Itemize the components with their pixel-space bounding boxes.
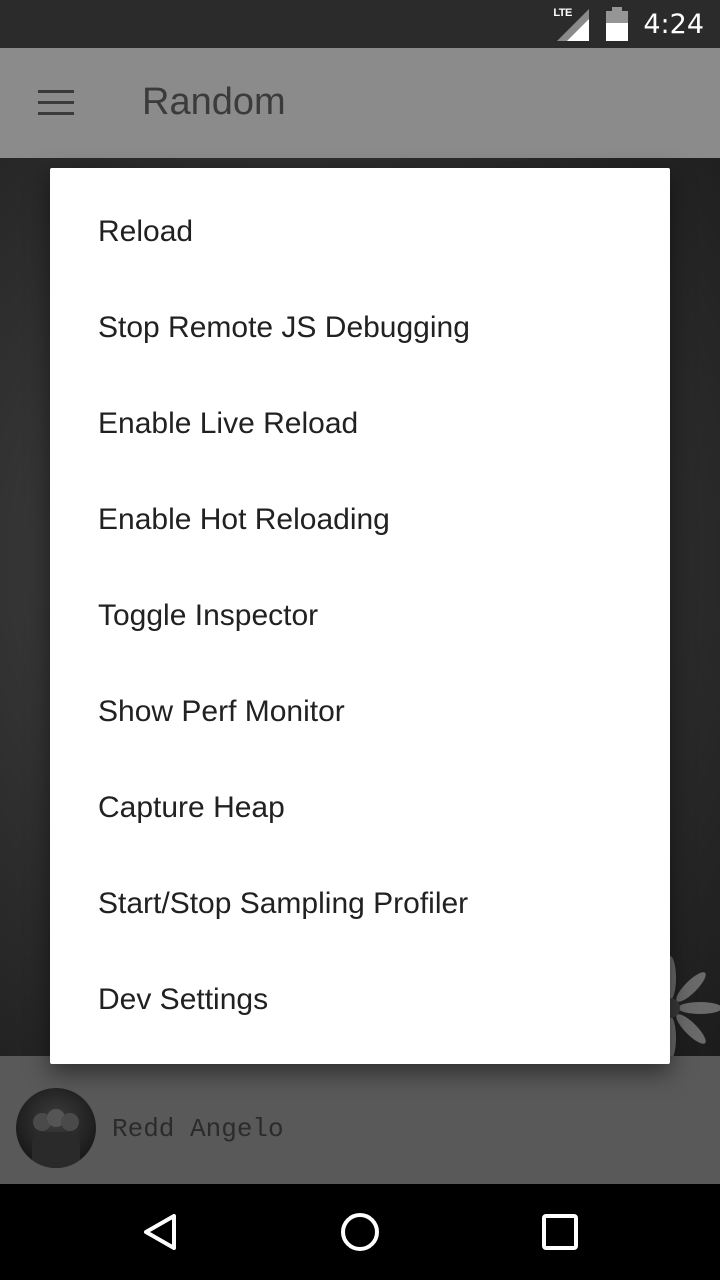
app-title: Random (142, 81, 286, 123)
status-bar: LTE 4:24 (0, 0, 720, 48)
menu-item-capture-heap[interactable]: Capture Heap (50, 760, 670, 856)
hamburger-menu-icon[interactable] (38, 90, 74, 116)
menu-item-dev-settings[interactable]: Dev Settings (50, 952, 670, 1048)
app-bar: Random (0, 48, 720, 158)
status-clock: 4:24 (643, 8, 704, 40)
menu-item-show-perf-monitor[interactable]: Show Perf Monitor (50, 664, 670, 760)
battery-icon (605, 7, 629, 41)
screen: LTE 4:24 Random Redd Angelo Reload Stop … (0, 0, 720, 1280)
dev-menu-dialog: Reload Stop Remote JS Debugging Enable L… (50, 168, 670, 1064)
recents-square-icon[interactable] (536, 1208, 584, 1256)
menu-item-toggle-inspector[interactable]: Toggle Inspector (50, 568, 670, 664)
author-name[interactable]: Redd Angelo (112, 1114, 284, 1144)
author-bar: Redd Angelo (0, 1056, 720, 1184)
author-avatar[interactable] (16, 1088, 96, 1168)
system-nav-bar (0, 1184, 720, 1280)
home-circle-icon[interactable] (336, 1208, 384, 1256)
menu-item-reload[interactable]: Reload (50, 184, 670, 280)
signal-icon: LTE (553, 5, 591, 43)
menu-item-sampling-profiler[interactable]: Start/Stop Sampling Profiler (50, 856, 670, 952)
menu-item-stop-remote-js-debugging[interactable]: Stop Remote JS Debugging (50, 280, 670, 376)
menu-item-enable-hot-reloading[interactable]: Enable Hot Reloading (50, 472, 670, 568)
back-triangle-icon[interactable] (136, 1208, 184, 1256)
menu-item-enable-live-reload[interactable]: Enable Live Reload (50, 376, 670, 472)
